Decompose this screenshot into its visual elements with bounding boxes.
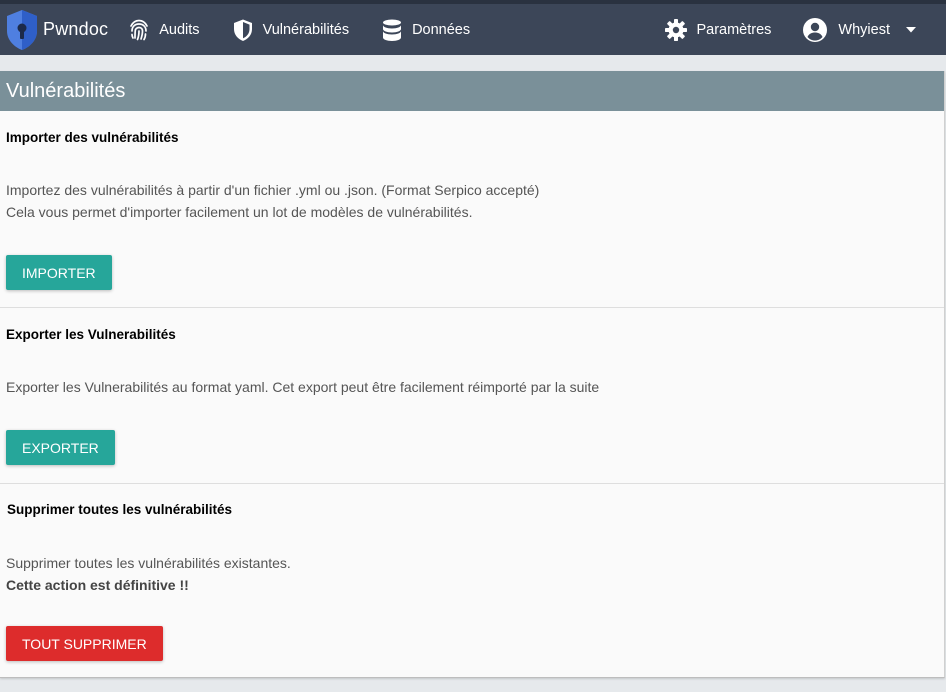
delete-warning: Cette action est définitive !! xyxy=(6,577,189,593)
pwndoc-logo-icon xyxy=(7,9,37,50)
import-button[interactable]: IMPORTER xyxy=(6,255,112,290)
brand-name: Pwndoc xyxy=(43,19,109,39)
vulnerabilities-card: Vulnérabilités Importer des vulnérabilit… xyxy=(0,71,945,678)
shield-icon xyxy=(233,19,252,41)
export-section: Exporter les Vulnerabilités Exporter les… xyxy=(0,308,944,484)
delete-all-button[interactable]: TOUT SUPPRIMER xyxy=(6,626,163,661)
nav-label-donnees: Données xyxy=(412,21,471,38)
export-description: Exporter les Vulnerabilités au format ya… xyxy=(6,379,600,395)
nav-item-parametres[interactable]: Paramètres xyxy=(664,18,771,42)
nav-item-vulnerabilites[interactable]: Vulnérabilités xyxy=(231,18,350,42)
export-button[interactable]: EXPORTER xyxy=(6,430,115,465)
top-navbar: Pwndoc Audits Vulnérabilités Données Par… xyxy=(0,4,946,55)
nav-item-audits[interactable]: Audits xyxy=(127,18,200,42)
delete-description-line-1: Supprimer toutes les vulnérabilités exis… xyxy=(6,555,291,571)
brand[interactable]: Pwndoc xyxy=(6,9,108,51)
caret-down-icon xyxy=(906,26,916,32)
content-top-gap xyxy=(0,55,946,71)
nav-label-audits: Audits xyxy=(159,21,200,38)
export-title: Exporter les Vulnerabilités xyxy=(6,327,176,342)
import-description-line-2: Cela vous permet d'importer facilement u… xyxy=(6,204,473,220)
delete-section: Supprimer toutes les vulnérabilités Supp… xyxy=(0,484,944,678)
gear-icon xyxy=(665,18,688,41)
nav-label-vulnerabilites: Vulnérabilités xyxy=(262,21,350,38)
database-icon xyxy=(383,19,402,41)
import-section: Importer des vulnérabilités Importez des… xyxy=(0,111,944,308)
nav-label-parametres: Paramètres xyxy=(696,21,772,38)
delete-title: Supprimer toutes les vulnérabilités xyxy=(7,502,233,517)
nav-item-donnees[interactable]: Données xyxy=(380,18,470,42)
page-title: Vulnérabilités xyxy=(0,71,944,111)
page-bottom-gap xyxy=(0,684,946,692)
user-menu[interactable]: Whyiest xyxy=(802,17,916,43)
user-name: Whyiest xyxy=(838,21,890,38)
delete-description: Supprimer toutes les vulnérabilités exis… xyxy=(6,552,291,596)
import-description-line-1: Importez des vulnérabilités à partir d'u… xyxy=(6,182,540,198)
account-circle-icon xyxy=(803,17,828,42)
import-title: Importer des vulnérabilités xyxy=(6,130,179,145)
fingerprint-icon xyxy=(130,19,149,40)
import-description: Importez des vulnérabilités à partir d'u… xyxy=(6,179,539,223)
